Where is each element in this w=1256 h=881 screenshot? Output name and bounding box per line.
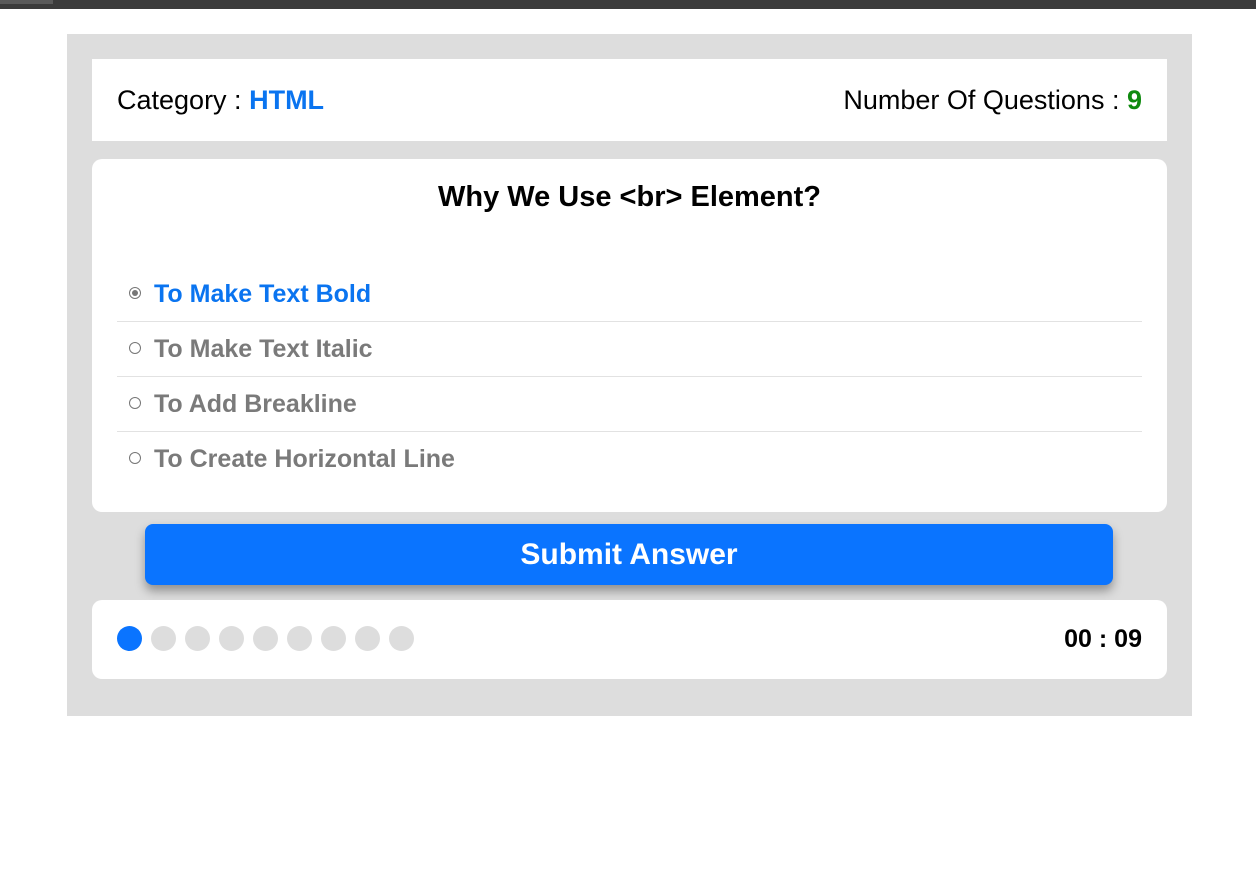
quiz-app: Category : HTML Number Of Questions : 9 … bbox=[67, 34, 1192, 716]
question-title: Why We Use <br> Element? bbox=[437, 181, 822, 213]
answer-option[interactable]: To Make Text Italic bbox=[117, 322, 1142, 377]
category-value: HTML bbox=[249, 85, 325, 115]
progress-bullet bbox=[253, 626, 278, 651]
progress-bullet bbox=[151, 626, 176, 651]
progress-bullet bbox=[287, 626, 312, 651]
quiz-info-bar: Category : HTML Number Of Questions : 9 bbox=[92, 59, 1167, 141]
answers-list: To Make Text Bold To Make Text Italic To… bbox=[117, 267, 1142, 486]
question-card: Why We Use <br> Element? To Make Text Bo… bbox=[92, 159, 1167, 512]
radio-button[interactable] bbox=[129, 287, 141, 299]
submit-answer-button[interactable]: Submit Answer bbox=[145, 524, 1113, 585]
answer-label[interactable]: To Make Text Italic bbox=[154, 322, 373, 376]
progress-bullet bbox=[117, 626, 142, 651]
answer-label[interactable]: To Add Breakline bbox=[154, 377, 357, 431]
answer-option[interactable]: To Make Text Bold bbox=[117, 267, 1142, 322]
question-count-label: Number Of Questions : bbox=[843, 85, 1120, 115]
progress-bullet bbox=[219, 626, 244, 651]
radio-button[interactable] bbox=[129, 397, 141, 409]
question-count-value: 9 bbox=[1126, 85, 1142, 115]
answer-option[interactable]: To Add Breakline bbox=[117, 377, 1142, 432]
browser-top-bar bbox=[0, 0, 1256, 9]
category-info: Category : HTML bbox=[117, 59, 324, 141]
question-count-info: Number Of Questions : 9 bbox=[843, 59, 1142, 141]
countdown-timer: 00 : 09 bbox=[1064, 625, 1142, 653]
browser-tab-sliver bbox=[0, 0, 53, 4]
progress-bullet bbox=[185, 626, 210, 651]
answer-option[interactable]: To Create Horizontal Line bbox=[117, 432, 1142, 486]
quiz-footer: 00 : 09 bbox=[92, 600, 1167, 679]
category-label: Category : bbox=[117, 85, 242, 115]
progress-bullet bbox=[321, 626, 346, 651]
radio-button[interactable] bbox=[129, 452, 141, 464]
answer-label[interactable]: To Make Text Bold bbox=[154, 267, 371, 321]
radio-button[interactable] bbox=[129, 342, 141, 354]
progress-bullet bbox=[355, 626, 380, 651]
progress-bullet bbox=[389, 626, 414, 651]
answer-label[interactable]: To Create Horizontal Line bbox=[154, 432, 455, 486]
